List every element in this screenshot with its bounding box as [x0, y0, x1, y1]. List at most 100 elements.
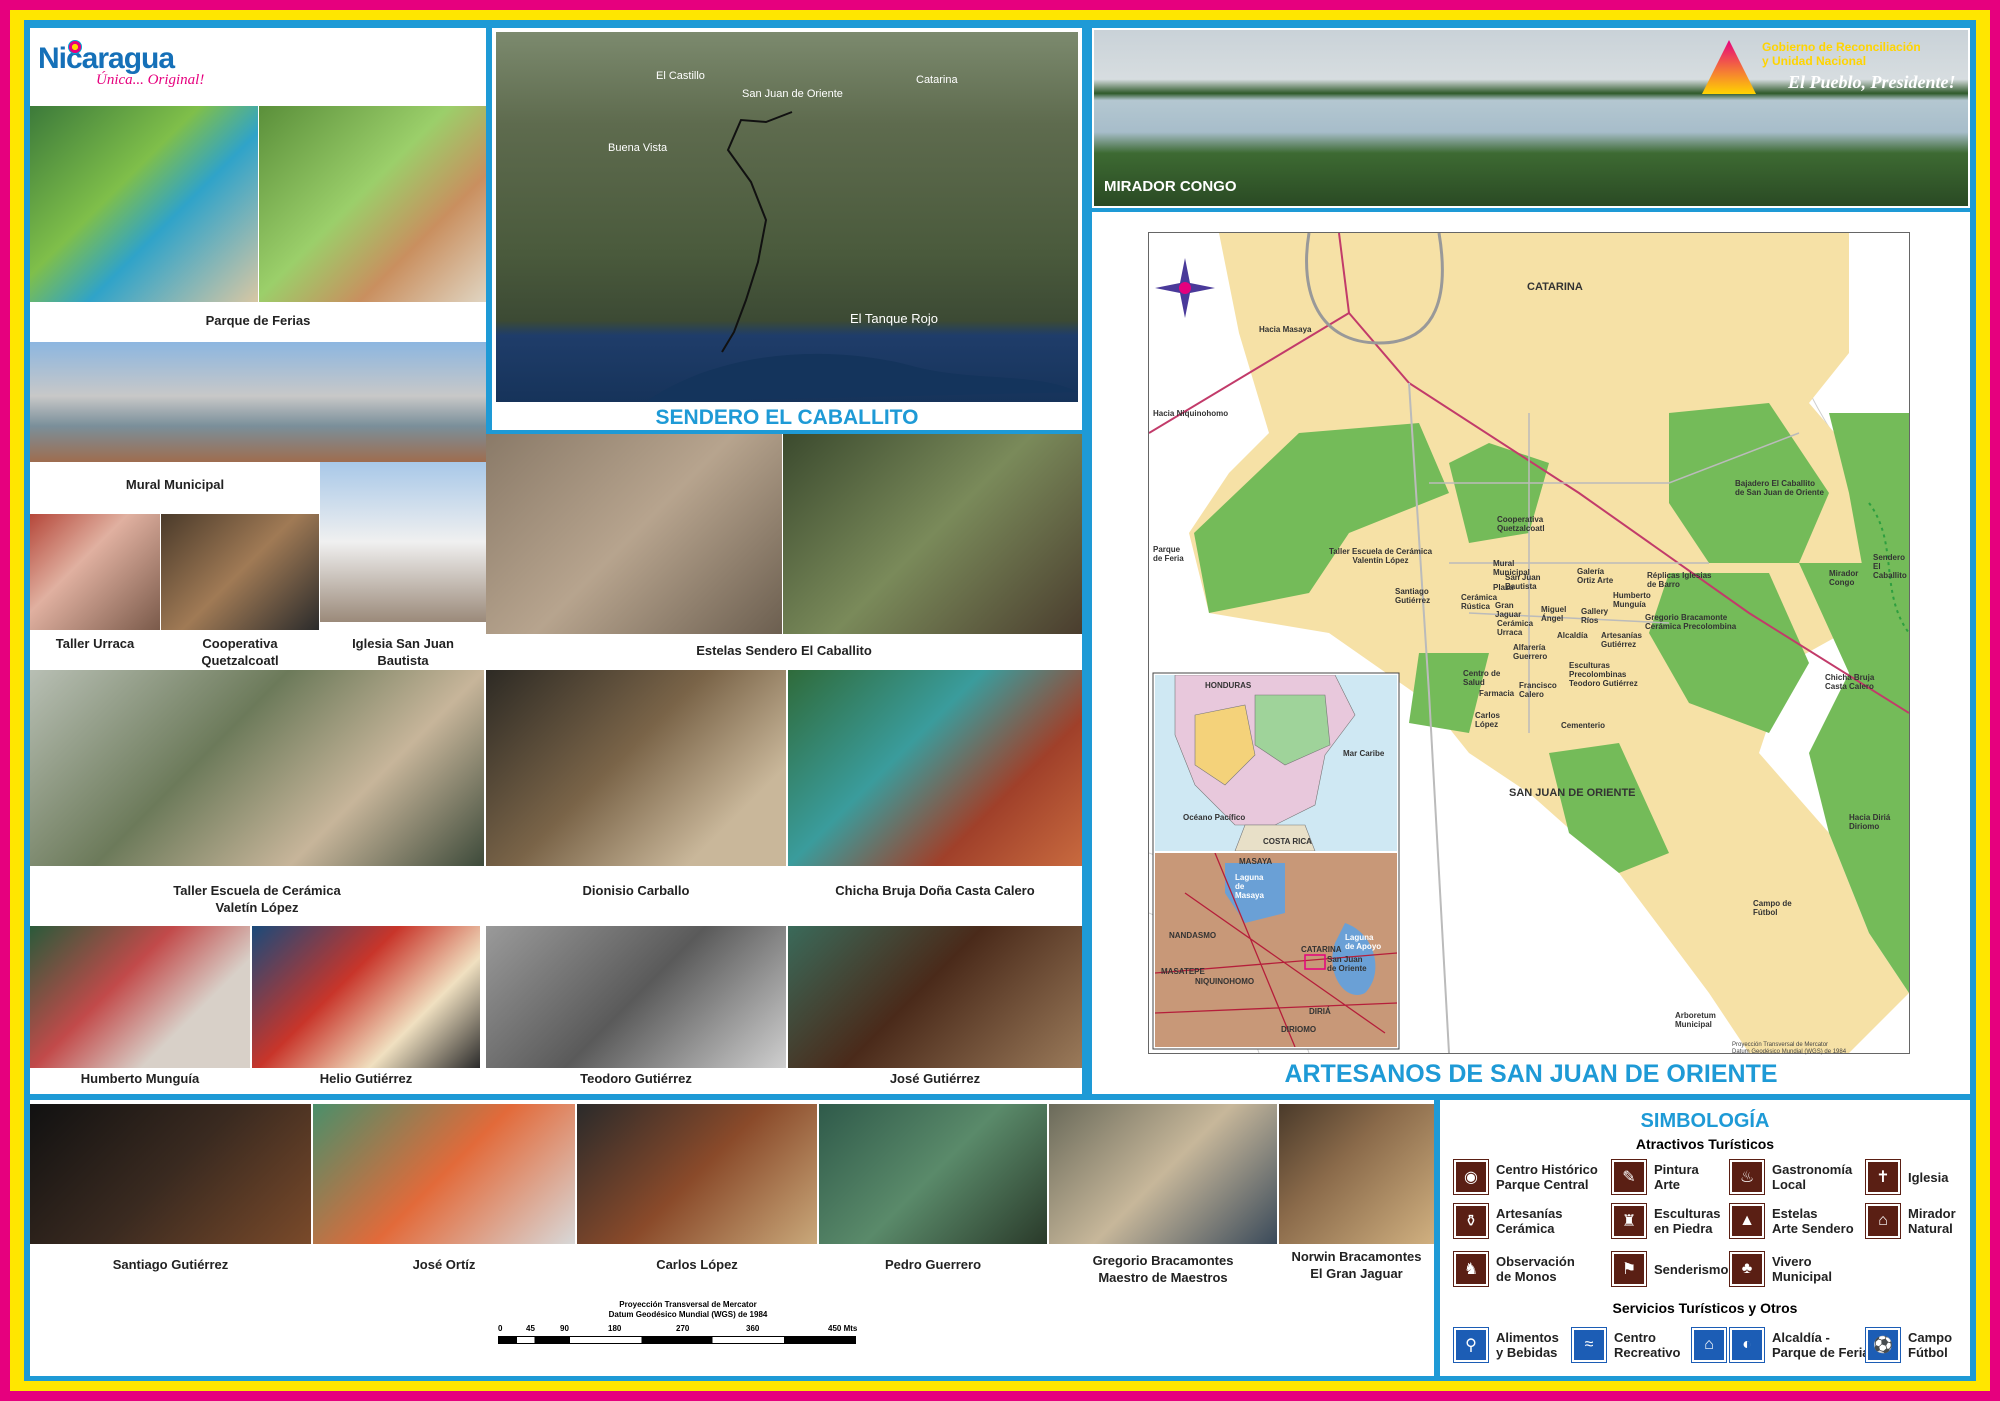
quetzalcoatl-photo [161, 514, 319, 630]
caption-norwin: Norwin Bracamontes El Gran Jaguar [1291, 1249, 1422, 1281]
legend-label: Senderismo [1654, 1261, 1729, 1277]
sat-label-catarina: Catarina [916, 74, 958, 86]
inset-masaya: MASAYA [1239, 857, 1273, 866]
legend-service: ⚲ Alimentos y Bebidas [1454, 1328, 1572, 1362]
legend-label: Estelas Arte Sendero [1772, 1206, 1854, 1236]
map-cementerio: Cementerio [1561, 721, 1606, 730]
map-mirador-congo: Mirador Congo [1829, 569, 1859, 587]
norwin-photo [1279, 1104, 1434, 1244]
chicha-photo [788, 670, 1082, 866]
map-sanjuan-bautista: San Juan Bautista [1505, 573, 1541, 591]
centro-historico-icon: ◉ [1454, 1160, 1488, 1194]
map-miguel-angel: Miguel Ángel [1541, 605, 1567, 623]
map-artesanias-gutierrez: Artesanías Gutiérrez [1601, 631, 1642, 649]
map-panel: HONDURAS Mar Caribe Océano Pacífico COST… [1092, 212, 1970, 1094]
caption-parque-ferias: Parque de Ferias [205, 313, 311, 328]
scale-tick: 360 [746, 1324, 760, 1333]
map-parque-feria: Parque de Feria [1153, 545, 1184, 563]
map-humberto: Humberto Munguía [1613, 591, 1651, 609]
map-centro-salud: Centro de Salud [1463, 669, 1501, 687]
estela-photo-2 [783, 434, 1082, 634]
inset-laguna-masaya: Laguna de Masaya [1235, 873, 1264, 900]
mirador-icon: ⌂ [1866, 1204, 1900, 1238]
caption-estelas: Estelas Sendero El Caballito [696, 643, 872, 658]
inset-diria: DIRIÁ [1309, 1007, 1331, 1016]
legend-label: Mirador Natural [1908, 1206, 1956, 1236]
map-replicas: Réplicas Iglesias de Barro [1647, 571, 1712, 589]
inset-laguna-apoyo: Laguna de Apoyo [1345, 933, 1382, 951]
inset-top-map [1174, 675, 1356, 851]
mirador-label: MIRADOR CONGO [1104, 178, 1237, 195]
estela-photo-1 [486, 434, 782, 634]
parque-feria-icon: ◐ [1730, 1328, 1764, 1362]
legend-item: ♣ Vivero Municipal [1730, 1252, 1860, 1286]
caption-pedro: Pedro Guerrero [884, 1257, 982, 1272]
teodoro-photo [486, 926, 786, 1068]
map-francisco: Francisco Calero [1519, 681, 1557, 699]
inset-masatepe: MASATEPE [1161, 967, 1205, 976]
iglesia-photo [320, 462, 486, 622]
scale-bar-graphic [498, 1336, 856, 1344]
senderismo-icon: ⚑ [1612, 1252, 1646, 1286]
santiago-photo [30, 1104, 311, 1244]
compass-rose-icon [1155, 258, 1215, 318]
legend-item: ⌂ Mirador Natural [1866, 1204, 1966, 1238]
row3-photo-panel: Humberto Munguía Helio Gutiérrez Teodoro… [30, 922, 1082, 1094]
map-esculturas: Esculturas Precolombinas Teodoro Gutiérr… [1569, 661, 1638, 688]
map-hacia-masaya: Hacia Masaya [1259, 325, 1312, 334]
legend-label: Centro Recreativo [1614, 1330, 1681, 1360]
caption-urraca: Taller Urraca [55, 636, 135, 651]
legend-item: ⚑ Senderismo [1612, 1252, 1728, 1286]
caption-chicha: Chicha Bruja Doña Casta Calero [835, 883, 1035, 898]
gastronomia-icon: ♨ [1730, 1160, 1764, 1194]
caption-iglesia: Iglesia San Juan Bautista [352, 636, 454, 668]
nicaragua-logo: Nicaragua Única... Original! [38, 40, 238, 100]
jose-gutierrez-photo [788, 926, 1082, 1068]
caption-quetzalcoatl: Cooperativa Quetzalcoatl [201, 636, 279, 668]
map-urraca: Cerámica Urraca [1497, 619, 1534, 637]
gov-slogan: El Pueblo, Presidente! [1788, 72, 1956, 92]
legend-label: Pintura Arte [1654, 1162, 1699, 1192]
legend-label: Observación de Monos [1496, 1254, 1575, 1284]
alimentos-icon: ⚲ [1454, 1328, 1488, 1362]
ceramica-icon: ⚱ [1454, 1204, 1488, 1238]
caption-gregorio: Gregorio Bracamontes Maestro de Maestros [1092, 1253, 1234, 1285]
caption-dionisio: Dionisio Carballo [582, 883, 690, 898]
bottom-panel: Santiago Gutiérrez José Ortíz Carlos Lóp… [30, 1100, 1434, 1376]
map-projection-note: Proyección Transversal de Mercator Datum… [1732, 1042, 1847, 1055]
sat-label-buenavista: Buena Vista [608, 142, 668, 154]
map-town-sanjuan: SAN JUAN DE ORIENTE [1509, 787, 1636, 799]
alcaldia-icon: ⌂ [1692, 1328, 1726, 1362]
legend-service: ⚽ Campo Fútbol [1866, 1328, 1966, 1362]
inset-catarina: CATARINA [1301, 945, 1342, 954]
parque-ferias-photo-2 [259, 106, 486, 302]
map-gregorio: Gregorio Bracamonte Cerámica Precolombin… [1645, 613, 1737, 631]
map-galeria-ortiz: Galería Ortiz Arte [1577, 567, 1614, 585]
legend-title: SIMBOLOGÍA [1640, 1110, 1770, 1132]
jose-ortiz-photo [313, 1104, 575, 1244]
legend-subtitle-2: Servicios Turísticos y Otros [1612, 1300, 1798, 1316]
inset-mar-caribe: Mar Caribe [1343, 749, 1385, 758]
sendero-title: SENDERO EL CABALLITO [655, 406, 919, 429]
main-map: HONDURAS Mar Caribe Océano Pacífico COST… [1148, 232, 1910, 1054]
estela-icon: ▲ [1730, 1204, 1764, 1238]
iglesia-icon: ✝ [1866, 1160, 1900, 1194]
map-hacia-diria: Hacia Diriá Diriomo [1849, 813, 1891, 831]
legend-item: ◉ Centro Histórico Parque Central [1454, 1160, 1604, 1194]
scale-bar: Proyección Transversal de Mercator Datum… [498, 1300, 878, 1350]
gov-logo: Gobierno de Reconciliación y Unidad Naci… [1702, 36, 1964, 110]
satellite-image: El Castillo San Juan de Oriente Catarina… [496, 32, 1078, 402]
pintura-icon: ✎ [1612, 1160, 1646, 1194]
legend-item: ✝ Iglesia [1866, 1160, 1966, 1194]
inset-niquinohomo: NIQUINOHOMO [1195, 977, 1255, 986]
parque-ferias-photo-1 [30, 106, 258, 302]
map-taller-escuela: Taller Escuela de Cerámica Valentín Lópe… [1329, 547, 1433, 565]
mural-photo [30, 342, 486, 462]
sendero-satellite-panel: El Castillo San Juan de Oriente Catarina… [492, 28, 1082, 430]
monos-icon: ♞ [1454, 1252, 1488, 1286]
centro-recreativo-icon: ≈ [1572, 1328, 1606, 1362]
inset-bottom-region: MASAYA Laguna de Masaya NANDASMO MASATEP… [1155, 853, 1397, 1047]
map-farmacia: Farmacia [1479, 689, 1515, 698]
legend-item: ✎ Pintura Arte [1612, 1160, 1722, 1194]
mirador-panel: MIRADOR CONGO Gobierno de Reconciliación… [1092, 28, 1970, 208]
